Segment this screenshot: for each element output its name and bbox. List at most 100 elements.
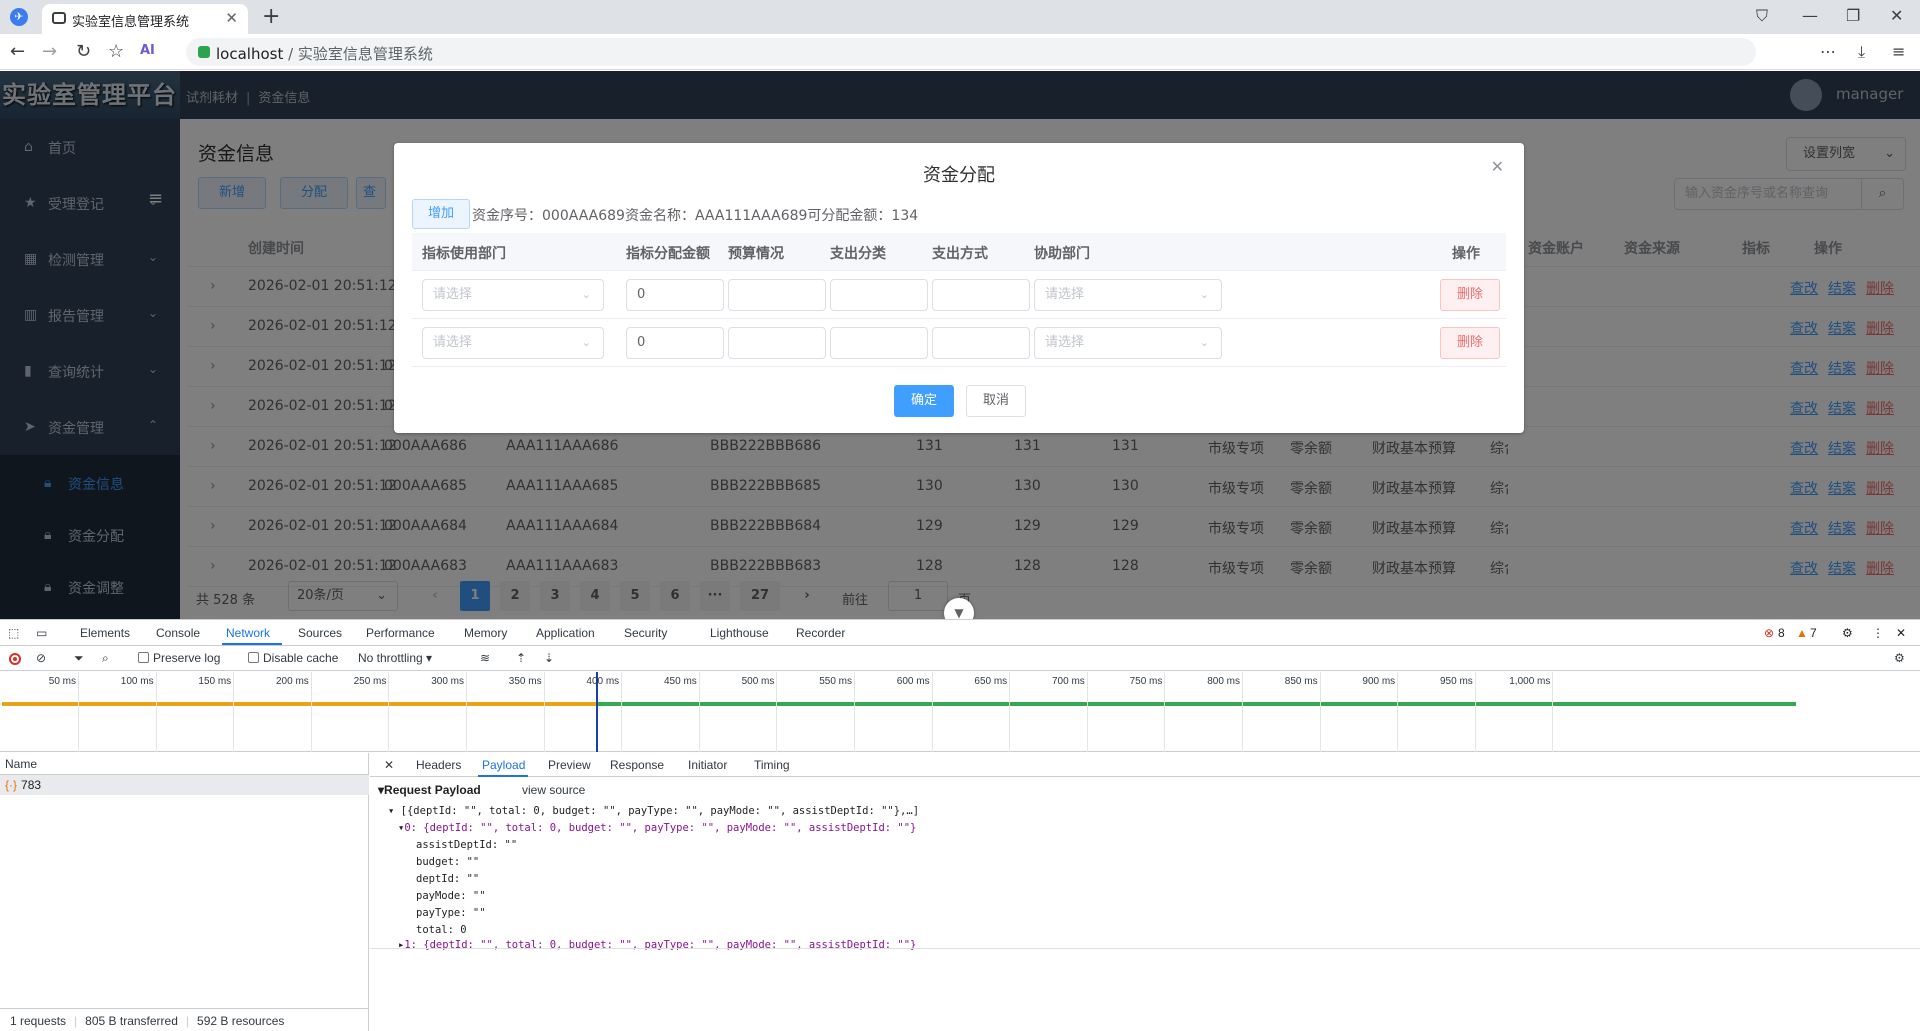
delete-row-button[interactable]: 删除 xyxy=(1440,279,1500,311)
filter-icon[interactable]: ⏷ xyxy=(74,651,84,666)
tab-console[interactable]: Console xyxy=(156,626,200,640)
tab-response[interactable]: Response xyxy=(610,758,664,772)
browser-tab[interactable]: 实验室信息管理系统 ✕ xyxy=(42,4,248,34)
search-icon[interactable]: ⌕ xyxy=(102,651,109,666)
throttling-value: No throttling xyxy=(358,651,423,665)
assist-dept-select[interactable]: 请选择 ⌄ xyxy=(1034,327,1222,359)
payment-method-input[interactable] xyxy=(932,279,1030,311)
timeline-gridline xyxy=(466,672,467,752)
confirm-button[interactable]: 确定 xyxy=(894,385,954,417)
dept-select[interactable]: 请选择 ⌄ xyxy=(422,279,604,311)
budget-input[interactable] xyxy=(728,327,826,359)
payment-method-input[interactable] xyxy=(932,327,1030,359)
error-count[interactable]: 8 xyxy=(1778,626,1785,640)
import-icon[interactable]: ⇡ xyxy=(516,651,526,665)
tab-elements[interactable]: Elements xyxy=(80,626,130,640)
ai-icon[interactable]: AI xyxy=(140,43,155,58)
delete-row-button[interactable]: 删除 xyxy=(1440,327,1500,359)
timeline-tick: 750 ms xyxy=(1129,676,1163,687)
tab-performance[interactable]: Performance xyxy=(366,626,435,640)
device-toolbar-icon[interactable]: ▭ xyxy=(36,626,47,640)
cancel-button[interactable]: 取消 xyxy=(966,385,1026,417)
tab-network[interactable]: Network xyxy=(226,626,270,640)
timeline-tick: 800 ms xyxy=(1207,676,1240,687)
payload-line: 0: {deptId: "", total: 0, budget: "", pa… xyxy=(404,822,917,834)
network-summary: 1 requests | 805 B transferred | 592 B resou… xyxy=(0,1008,369,1031)
settings-icon[interactable]: ⚙ xyxy=(1842,626,1853,640)
network-timeline[interactable]: 50 ms 100 ms 150 ms 200 ms 250 ms 300 ms 350 m… xyxy=(0,672,1920,752)
timeline-gridline xyxy=(1086,672,1088,752)
timeline-gridline xyxy=(1242,672,1243,752)
kebab-menu-icon[interactable]: ⋮ xyxy=(1872,626,1884,640)
timeline-tick: 200 ms xyxy=(276,676,309,687)
budget-input[interactable] xyxy=(728,279,826,311)
payload-line: 1: {deptId: "", total: 0, budget: "", pa… xyxy=(404,939,917,951)
tab-application[interactable]: Application xyxy=(536,626,595,640)
timeline-tick: 650 ms xyxy=(974,676,1008,687)
download-bar xyxy=(598,702,1796,706)
inspect-icon[interactable]: ⬚ xyxy=(8,626,19,640)
assist-dept-value: 请选择 xyxy=(1045,287,1085,302)
tab-preview[interactable]: Preview xyxy=(548,758,591,772)
timeline-gridline xyxy=(1474,672,1476,752)
expense-category-input[interactable] xyxy=(830,327,928,359)
clear-icon[interactable]: ⊘ xyxy=(36,651,46,665)
expense-category-input[interactable] xyxy=(830,279,928,311)
browser-logo-icon[interactable]: ✈ xyxy=(10,8,28,26)
request-row[interactable]: {·} 783 xyxy=(0,775,369,795)
amount-input[interactable]: 0 xyxy=(626,327,724,359)
warning-icon[interactable]: ▲ xyxy=(1796,626,1808,640)
tab-lighthouse[interactable]: Lighthouse xyxy=(710,626,769,640)
favorites-icon[interactable]: ☆ xyxy=(108,41,124,62)
reload-icon[interactable]: ↻ xyxy=(76,41,91,62)
payload-root[interactable]: ▾ [{deptId: "", total: 0, budget: "", pa… xyxy=(388,805,919,817)
tab-timing[interactable]: Timing xyxy=(754,758,790,772)
new-tab-icon[interactable]: + xyxy=(262,4,280,29)
forward-icon[interactable]: → xyxy=(42,41,57,62)
restore-icon[interactable]: ❐ xyxy=(1846,6,1860,25)
record-icon[interactable] xyxy=(9,653,21,665)
timeline-tick: 950 ms xyxy=(1440,676,1473,687)
payload-item-1[interactable]: ▸1: {deptId: "", total: 0, budget: "", p… xyxy=(398,939,916,951)
tab-recorder[interactable]: Recorder xyxy=(796,626,845,640)
view-source-link[interactable]: view source xyxy=(522,783,585,797)
tab-memory[interactable]: Memory xyxy=(464,626,507,640)
tab-initiator[interactable]: Initiator xyxy=(688,758,727,772)
name-column-header[interactable]: Name xyxy=(0,753,369,775)
close-icon[interactable]: ✕ xyxy=(1491,157,1504,176)
dept-select[interactable]: 请选择 ⌄ xyxy=(422,327,604,359)
close-devtools-icon[interactable]: ✕ xyxy=(1896,626,1906,640)
tab-headers[interactable]: Headers xyxy=(416,758,461,772)
minimize-icon[interactable]: — xyxy=(1802,6,1818,25)
tab-close-icon[interactable]: ✕ xyxy=(225,9,238,27)
timeline-gridline xyxy=(155,672,157,752)
payload-item-0[interactable]: ▾0: {deptId: "", total: 0, budget: "", p… xyxy=(398,822,916,834)
more-icon[interactable]: ⋯ xyxy=(1820,42,1836,61)
column-header: 操作 xyxy=(1452,246,1480,262)
assist-dept-select[interactable]: 请选择 ⌄ xyxy=(1034,279,1222,311)
timeline-tick: 850 ms xyxy=(1284,676,1318,687)
tab-security[interactable]: Security xyxy=(624,626,667,640)
warning-count[interactable]: 7 xyxy=(1810,626,1817,640)
menu-icon[interactable]: ≡ xyxy=(1892,42,1905,61)
downloads-icon[interactable]: ⤓ xyxy=(1858,42,1865,62)
back-icon[interactable]: ← xyxy=(10,41,25,62)
error-icon[interactable]: ⊗ xyxy=(1764,626,1774,640)
close-detail-icon[interactable]: ✕ xyxy=(384,758,394,772)
tab-payload[interactable]: Payload xyxy=(482,758,525,772)
add-row-button[interactable]: 增加 xyxy=(412,199,470,229)
pin-icon[interactable]: ⛉ xyxy=(1756,6,1768,26)
throttling-select[interactable]: No throttling ▾ xyxy=(358,651,432,665)
timeline-tick: 900 ms xyxy=(1362,676,1396,687)
tab-sources[interactable]: Sources xyxy=(298,626,342,640)
disable-cache-checkbox[interactable]: Disable cache xyxy=(248,651,338,665)
url-field[interactable]: localhost / 实验室信息管理系统 xyxy=(186,38,1756,66)
network-conditions-icon[interactable]: ≋ xyxy=(480,651,490,665)
amount-input[interactable]: 0 xyxy=(626,279,724,311)
timeline-tick: 600 ms xyxy=(896,676,930,687)
export-icon[interactable]: ⇣ xyxy=(544,651,554,665)
preserve-log-checkbox[interactable]: Preserve log xyxy=(138,651,220,665)
payload-section-title[interactable]: ▾Request Payload xyxy=(378,783,481,797)
network-settings-icon[interactable]: ⚙ xyxy=(1894,651,1905,665)
window-close-icon[interactable]: ✕ xyxy=(1890,6,1903,25)
